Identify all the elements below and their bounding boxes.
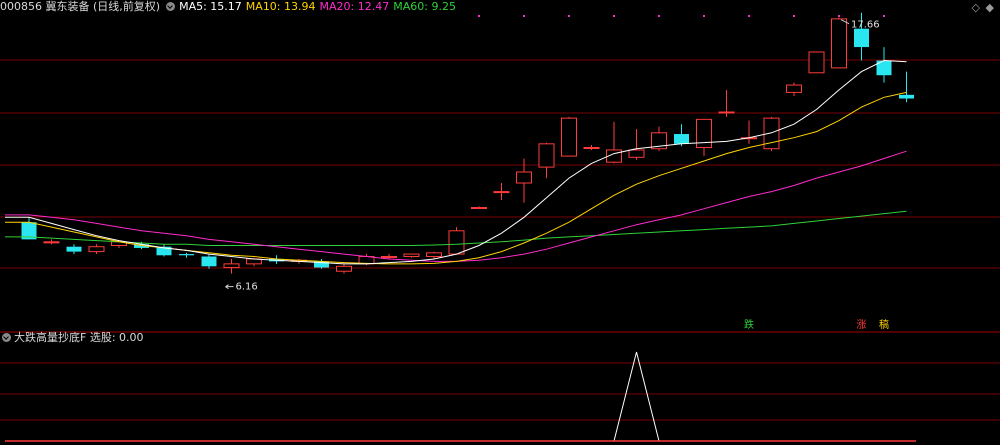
- low-arrow-icon: [225, 284, 234, 290]
- signal-label-drop: 跌: [744, 320, 754, 331]
- candle-body-down: [66, 246, 82, 252]
- chart-canvas: 17.66 6.16: [0, 12, 1000, 442]
- ma20-label: MA20: 12.47: [319, 0, 390, 13]
- candle-body-up: [561, 117, 577, 157]
- candle-body-up: [583, 147, 600, 150]
- stock-title: 000856 冀东装备 (日线,前复权): [0, 0, 161, 13]
- candle-body-up: [718, 111, 735, 114]
- indicator-title: 大跌高量抄底F: [14, 331, 87, 344]
- top-marker-dot: [478, 15, 480, 17]
- candle-body-up: [88, 246, 105, 253]
- signal-line: [5, 351, 916, 442]
- signal-label-rise: 涨: [856, 320, 867, 331]
- candle-body-up: [786, 84, 802, 93]
- candle-body-up: [471, 207, 487, 210]
- signal-label-draft: 稿: [879, 320, 889, 331]
- candle-body-down: [674, 134, 689, 144]
- candle-body-up: [831, 18, 847, 69]
- candle-body-up: [336, 265, 352, 272]
- candle-body-up: [426, 252, 442, 258]
- kline-chart-window: 17.66 6.16 000856 冀东装备 (日线,前复权) MA5: 15.17…: [0, 0, 1000, 445]
- top-marker-dots: [478, 15, 885, 17]
- candle-body-up: [223, 263, 240, 269]
- top-marker-dot: [523, 15, 525, 17]
- candle-body-up: [493, 191, 510, 194]
- top-marker-dot: [658, 15, 660, 17]
- candle-body-down: [899, 94, 914, 99]
- top-marker-dot: [793, 15, 795, 17]
- top-marker-dot: [703, 15, 705, 17]
- candle-body-up: [628, 149, 645, 158]
- candlestick-series: [21, 12, 914, 274]
- candle-body-down: [179, 254, 194, 256]
- low-price-label: 6.16: [236, 282, 258, 293]
- prev-diamond-icon[interactable]: ◇: [972, 2, 980, 14]
- top-marker-dot: [748, 15, 750, 17]
- candle-body-up: [43, 241, 60, 244]
- candle-body-down: [854, 28, 869, 48]
- candle-body-up: [538, 143, 555, 168]
- next-diamond-icon[interactable]: ◆: [986, 2, 994, 14]
- candle-body-up: [403, 253, 420, 258]
- candle-body-down: [201, 256, 217, 267]
- candle-body-up: [808, 51, 825, 74]
- ma60-label: MA60: 9.25: [393, 0, 456, 13]
- high-price-label: 17.66: [851, 20, 880, 31]
- settings-icon[interactable]: [166, 2, 176, 11]
- ma5-label: MA5: 15.17: [179, 0, 242, 13]
- indicator-panel: [5, 351, 916, 442]
- top-marker-dot: [838, 15, 840, 17]
- candle-body-up: [516, 171, 532, 184]
- indicator-header: 大跌高量抄底F 选股: 0.00: [0, 331, 144, 345]
- candle-body-up: [381, 256, 397, 259]
- top-marker-dot: [568, 15, 570, 17]
- top-marker-dot: [883, 15, 885, 17]
- top-marker-dot: [613, 15, 615, 17]
- chart-header: 000856 冀东装备 (日线,前复权) MA5: 15.17 MA10: 13.9…: [0, 0, 460, 14]
- indicator-settings-icon[interactable]: [2, 333, 11, 342]
- indicator-value: 选股: 0.00: [89, 331, 144, 344]
- candle-body-up: [448, 230, 465, 255]
- ma10-label: MA10: 13.94: [245, 0, 316, 13]
